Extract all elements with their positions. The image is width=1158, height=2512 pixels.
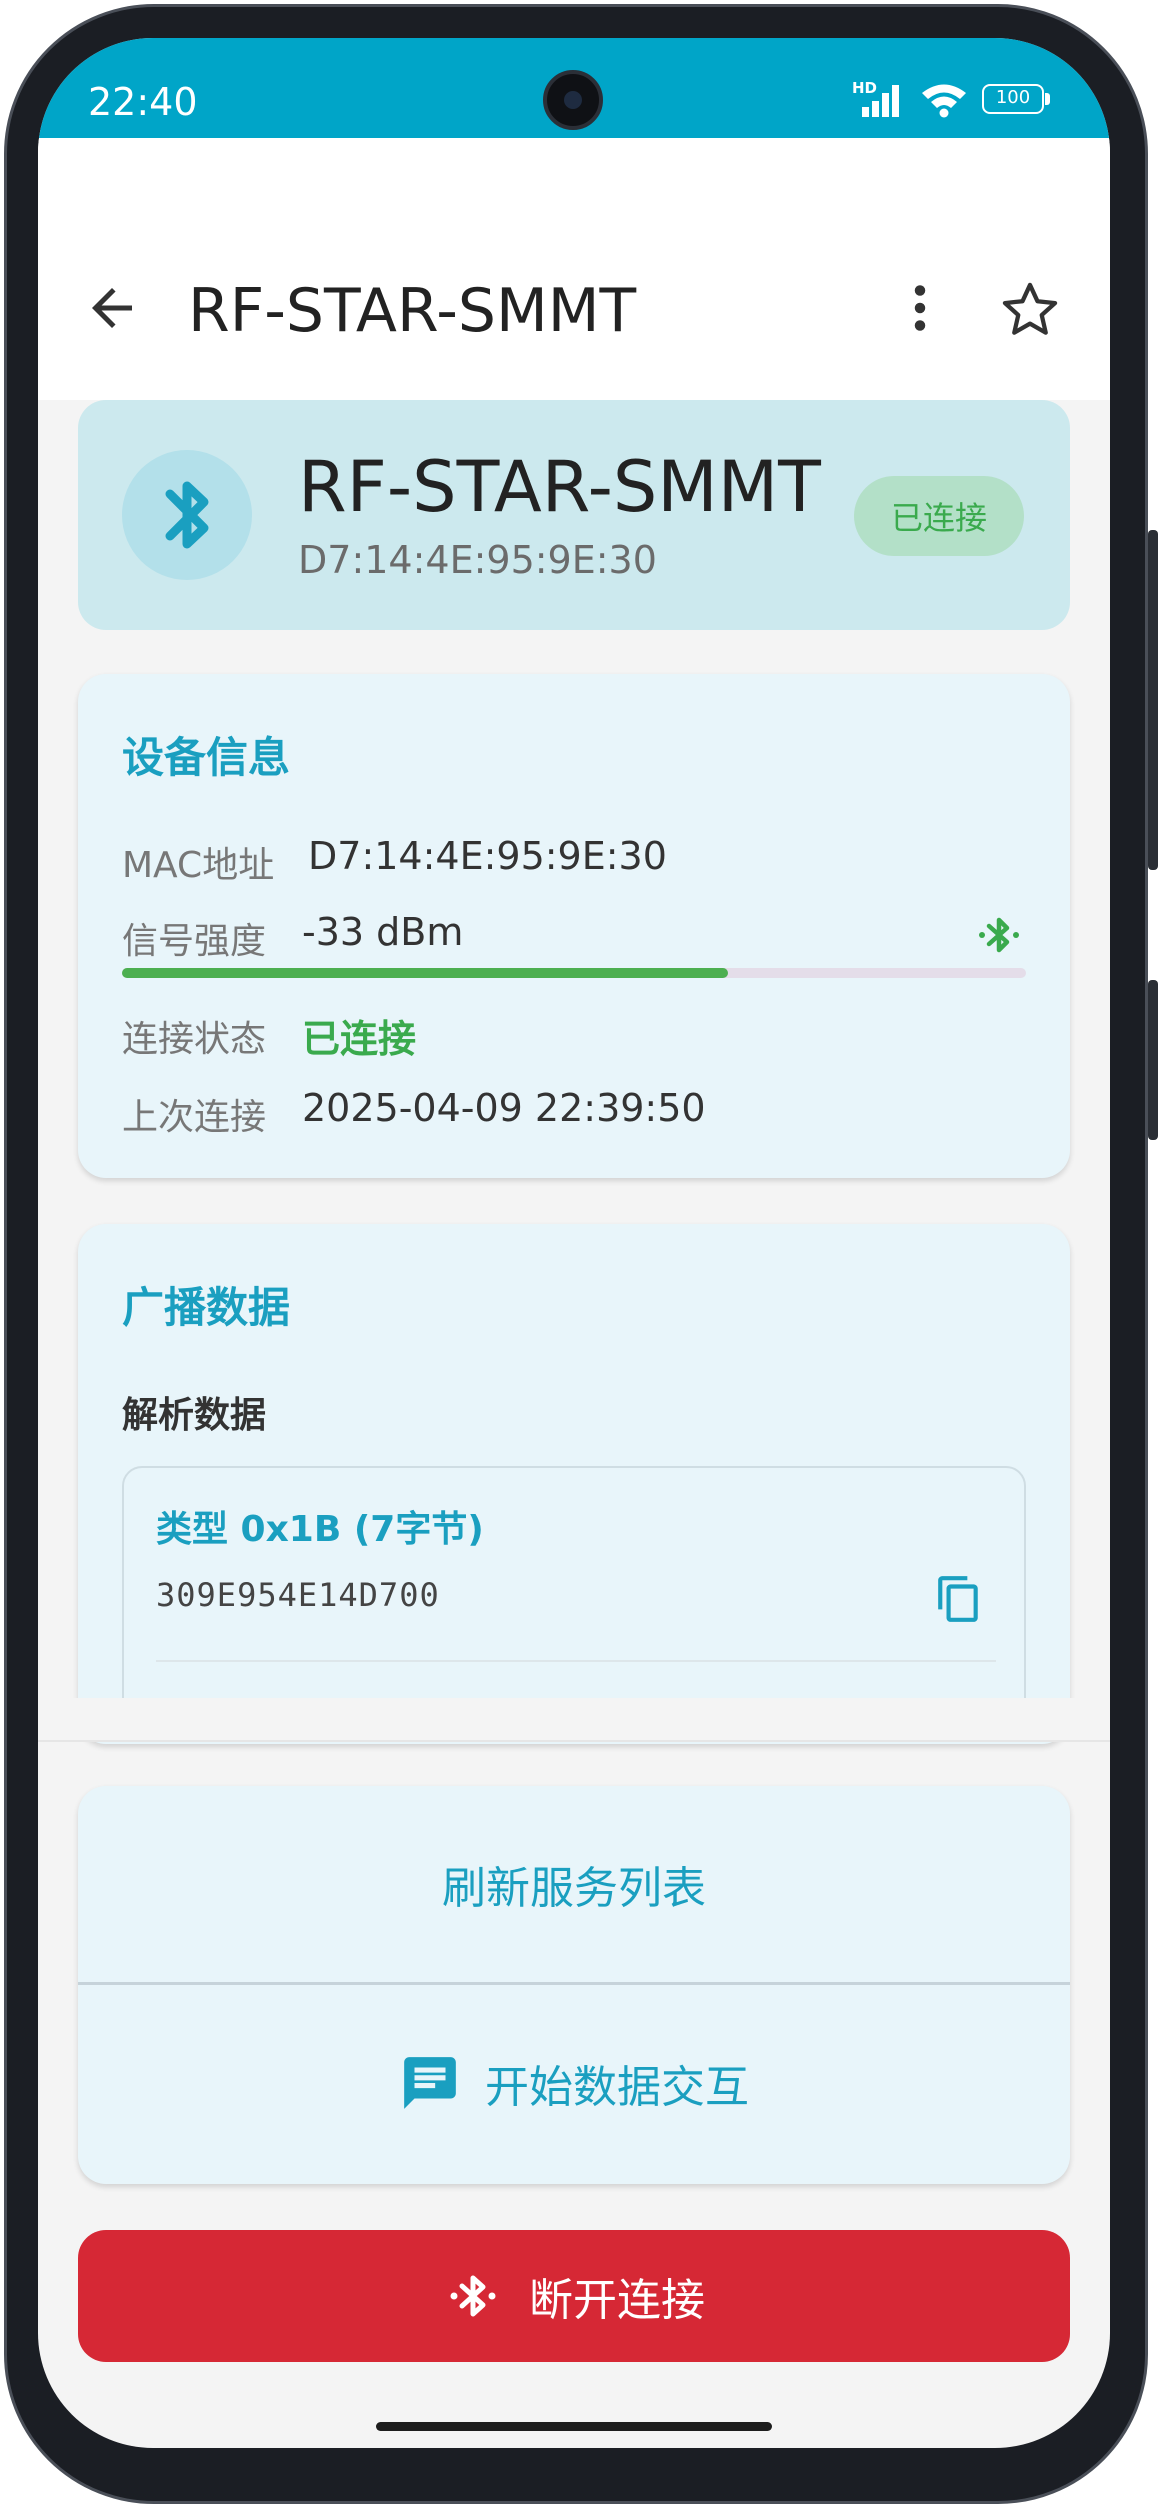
wifi-icon [922,84,966,118]
app-bar [38,138,1110,400]
broadcast-item: 类型 0x1B (7字节) 309E954E14D700 [122,1466,1026,1726]
disconnect-button[interactable]: 断开连接 [78,2230,1070,2362]
phone-frame: 22:40 HD 100 RF-STAR-SMMT RF-STAR-SMMT D… [0,0,1158,2512]
device-name: RF-STAR-SMMT [298,446,821,528]
volume-button [1148,530,1158,870]
more-vert-icon[interactable] [890,278,950,338]
connection-state-label: 连接状态 [122,1019,267,1060]
back-icon[interactable] [82,278,142,338]
power-button [1148,980,1158,1140]
connection-state-value: 已连接 [302,1017,417,1061]
disconnect-label: 断开连接 [529,2275,705,2326]
copy-icon[interactable] [934,1574,984,1624]
device-header-card: RF-STAR-SMMT D7:14:4E:95:9E:30 已连接 [78,400,1070,630]
device-info-card: 设备信息 MAC地址 D7:14:4E:95:9E:30 信号强度 -33 dB… [78,674,1070,1178]
scroll-clip [38,1698,1110,1742]
action-card: 刷新服务列表 开始数据交互 [78,1786,1070,2184]
broadcast-item-value: 309E954E14D700 [156,1576,440,1614]
message-icon [404,2057,456,2109]
mac-label: MAC地址 [122,845,275,886]
home-indicator[interactable] [376,2422,772,2431]
broadcast-item-type: 类型 0x1B (7字节) [156,1509,484,1550]
device-info-title: 设备信息 [122,733,291,782]
mac-value: D7:14:4E:95:9E:30 [308,834,667,878]
bottom-divider [38,1740,1110,1742]
parsed-data-label: 解析数据 [122,1395,267,1436]
bluetooth-disabled-icon [450,2275,496,2317]
screen: 22:40 HD 100 RF-STAR-SMMT RF-STAR-SMMT D… [38,38,1110,2448]
connection-status-badge: 已连接 [854,476,1024,556]
status-time: 22:40 [88,80,198,124]
front-camera [543,70,603,130]
broadcast-card: 广播数据 解析数据 类型 0x1B (7字节) 309E954E14D700 [78,1224,1070,1744]
signal-label: 信号强度 [122,921,267,962]
broadcast-title: 广播数据 [122,1283,291,1332]
start-interaction-label: 开始数据交互 [485,2062,749,2113]
status-bar: 22:40 HD 100 [38,38,1110,138]
signal-strength-bar [122,968,1026,978]
signal-strength-fill [122,968,728,978]
refresh-services-button[interactable]: 刷新服务列表 [78,1786,1070,1982]
device-avatar [122,450,252,580]
page-title: RF-STAR-SMMT [188,276,637,346]
last-connection-label: 上次连接 [122,1097,267,1138]
last-connection-value: 2025-04-09 22:39:50 [302,1086,706,1130]
signal-value: -33 dBm [302,910,464,954]
status-icons: HD 100 [852,79,1052,118]
item-divider [156,1660,996,1662]
battery-icon: 100 [982,84,1052,116]
signal-icon: HD [852,79,906,117]
start-interaction-button[interactable]: 开始数据交互 [78,1985,1070,2181]
battery-level: 100 [995,87,1031,108]
refresh-services-label: 刷新服务列表 [442,1863,706,1914]
star-outline-icon[interactable] [998,278,1062,342]
bluetooth-connected-icon [979,917,1019,953]
bluetooth-icon [165,481,209,549]
device-mac: D7:14:4E:95:9E:30 [298,538,657,582]
